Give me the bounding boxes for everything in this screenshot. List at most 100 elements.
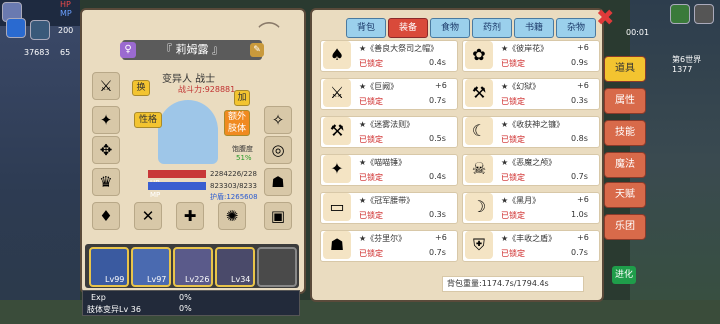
hud-gold: 37683 [24,48,50,57]
exp-value: 0% [179,293,192,302]
item-weight: 0.7s [571,172,588,181]
menu-icon[interactable] [30,20,50,40]
tab-backpack[interactable]: 背包 [346,18,386,38]
personality-button[interactable]: 性格 [134,112,162,128]
item-lock-status: 已锁定 [359,135,383,144]
add-button[interactable]: 加 [234,90,250,106]
hud-hp-label: HP [60,0,71,9]
inventory-item[interactable]: ☗ ★《芬里尔》 +6 已锁定 0.7s [320,230,458,262]
extra-limb-button[interactable]: 额外肢体 [224,110,250,136]
equip-slot-cape[interactable]: ♦ [92,202,120,230]
item-lock-status: 已锁定 [359,249,383,258]
satiety-value: 51% [236,154,252,162]
flower-icon: ✿ [465,41,493,69]
mp-value: 823303/8233 [210,182,257,190]
tab-equipment[interactable]: 装备 [388,18,428,38]
item-name: ★《恶魔之颅》 [501,158,557,167]
close-icon[interactable]: ✖ [596,8,618,30]
exp-bar: Exp 0% 肢体变异Lv 36 0% [82,290,300,316]
equip-slot-armor[interactable]: ♛ [92,168,120,196]
hud-level: 200 [58,26,74,35]
hp-value: 2284226/228 [210,170,257,178]
equip-slot-axe[interactable]: ✚ [176,202,204,230]
inventory-item[interactable]: ☾ ★《收获神之镰》 已锁定 0.8s [462,116,600,148]
satiety-label: 饱腹度 [232,145,253,153]
skill-slot-4[interactable]: Lv34 [215,247,255,287]
tab-food[interactable]: 食物 [430,18,470,38]
inventory-item[interactable]: ⚔ ★《巨阙》 +6 已锁定 0.7s [320,78,458,110]
sidebar-item-attributes[interactable]: 属性 [604,88,646,114]
item-weight: 0.4s [429,58,446,67]
item-weight: 1.0s [571,210,588,219]
item-weight: 0.5s [429,134,446,143]
limb-level-value: 0% [179,304,192,313]
sidebar-item-items[interactable]: 道具 [604,56,646,82]
wolf-icon: ☗ [323,231,351,259]
character-name: 『 莉姆露 』 [122,40,262,60]
skill-slot-empty[interactable] [257,247,297,287]
inventory-item[interactable]: ☠ ★《恶魔之颅》 已锁定 0.7s [462,154,600,186]
character-panel: ⌒ 『 莉姆露 』 ♀ ✎ 变异人 战士 战斗力:928881 ⚔ ✦ ✥ ♛ … [80,8,306,294]
hud-mp-label: MP [60,9,72,18]
equip-slot-sword[interactable]: ✕ [134,202,162,230]
settings-icon[interactable] [694,4,714,24]
equip-slot-fish[interactable]: ✺ [218,202,246,230]
item-lock-status: 已锁定 [501,135,525,144]
item-name: ★《彼岸花》 [501,44,549,53]
sidebar-item-skills[interactable]: 技能 [604,120,646,146]
sword-icon: ⚔ [323,79,351,107]
equip-slot-ring[interactable]: ◎ [264,136,292,164]
item-lock-status: 已锁定 [501,59,525,68]
swap-button[interactable]: 换 [132,80,150,96]
sidebar-item-band[interactable]: 乐团 [604,214,646,240]
hammer-icon: ⚒ [465,79,493,107]
monitor-icon[interactable] [670,4,690,24]
inventory-item[interactable]: ⚒ ★《迷雾法则》 已锁定 0.5s [320,116,458,148]
edit-name-icon[interactable]: ✎ [250,43,264,57]
item-enhance: +6 [577,81,589,90]
equip-slot-belt[interactable]: ▣ [264,202,292,230]
equip-slot-offhand[interactable]: ✦ [92,106,120,134]
inventory-item[interactable]: ☽ ★《黑月》 +6 已锁定 1.0s [462,192,600,224]
tab-books[interactable]: 书籍 [514,18,554,38]
tab-misc[interactable]: 杂物 [556,18,596,38]
item-weight: 0.4s [429,172,446,181]
item-weight: 0.3s [571,96,588,105]
item-enhance: +6 [435,81,447,90]
skill-slot-3[interactable]: Lv226 [173,247,213,287]
exp-label: Exp [91,293,106,302]
item-lock-status: 已锁定 [501,211,525,220]
item-name: ★《黑月》 [501,196,541,205]
skill-slot-1[interactable]: Lv99 [89,247,129,287]
equip-slot-accessory[interactable]: ✧ [264,106,292,134]
item-lock-status: 已锁定 [501,173,525,182]
inventory-item[interactable]: ▭ ★《冠军腰带》 已锁定 0.3s [320,192,458,224]
skill-slot-2[interactable]: Lv97 [131,247,171,287]
inventory-item[interactable]: ♠ ★《善良大祭司之帽》 已锁定 0.4s [320,40,458,72]
combat-power: 战斗力:928881 [178,85,236,94]
inventory-item[interactable]: ⛨ ★《丰收之盾》 +6 已锁定 0.7s [462,230,600,262]
sidebar-item-magic[interactable]: 魔法 [604,152,646,178]
item-weight: 0.8s [571,134,588,143]
inventory-item[interactable]: ✿ ★《彼岸花》 +6 已锁定 0.9s [462,40,600,72]
inventory-item[interactable]: ✦ ★《喵喵锤》 已锁定 0.4s [320,154,458,186]
sidebar-item-talent[interactable]: 天赋 [604,182,646,208]
item-name: ★《迷雾法则》 [359,120,415,129]
item-weight: 0.9s [571,58,588,67]
item-lock-status: 已锁定 [359,59,383,68]
evolve-button[interactable]: 进化 [612,266,636,284]
item-enhance: +6 [435,233,447,242]
moon-icon: ☽ [465,193,493,221]
inventory-item[interactable]: ⚒ ★《幻狱》 +6 已锁定 0.3s [462,78,600,110]
item-weight: 0.7s [571,248,588,257]
equip-slot-weapon[interactable]: ⚔ [92,72,120,100]
equip-slot-mace[interactable]: ✥ [92,136,120,164]
equip-slot-helmet[interactable]: ☗ [264,168,292,196]
axe-icon: ⚒ [323,117,351,145]
item-lock-status: 已锁定 [501,97,525,106]
item-lock-status: 已锁定 [359,97,383,106]
shield-icon: ⛨ [465,231,493,259]
tab-potion[interactable]: 药剂 [472,18,512,38]
inventory-panel: 背包 装备 食物 药剂 书籍 杂物 ♠ ★《善良大祭司之帽》 已锁定 0.4s ✿ ★《彼… [310,8,604,302]
map-icon[interactable] [6,18,26,38]
